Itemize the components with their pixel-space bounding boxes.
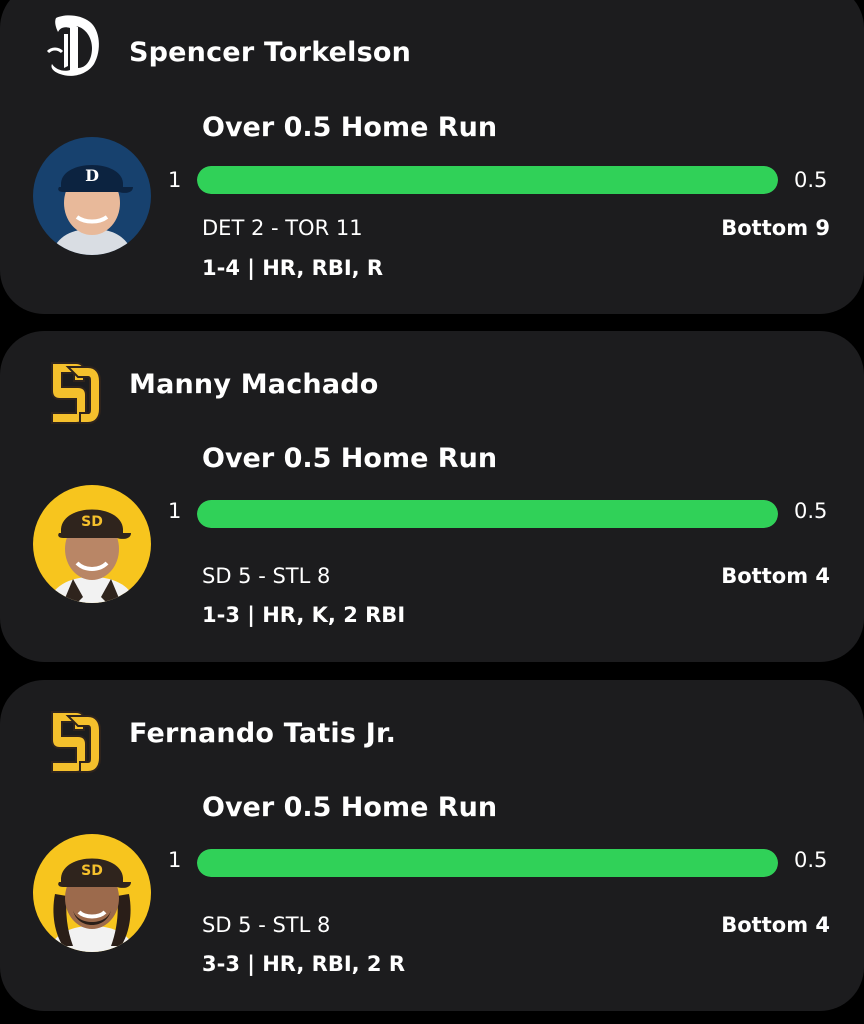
game-score: SD 5 - STL 8 xyxy=(202,564,331,588)
line-value: 0.5 xyxy=(794,848,828,872)
actual-value: 1 xyxy=(168,848,182,872)
player-name: Manny Machado xyxy=(129,369,379,400)
player-prop-card[interactable]: Manny Machado SD Over 0.5 Home Run 1 0.5… xyxy=(0,331,864,662)
player-statline: 1-4 | HR, RBI, R xyxy=(202,256,384,280)
player-avatar: SD xyxy=(33,485,151,603)
prop-title: Over 0.5 Home Run xyxy=(202,112,498,143)
player-avatar: SD xyxy=(33,834,151,952)
svg-text:SD: SD xyxy=(81,514,103,530)
prop-title: Over 0.5 Home Run xyxy=(202,792,498,823)
game-inning: Bottom 4 xyxy=(721,913,830,937)
progress-bar xyxy=(197,849,778,877)
svg-text:SD: SD xyxy=(81,863,103,879)
actual-value: 1 xyxy=(168,168,182,192)
player-name: Spencer Torkelson xyxy=(129,37,412,68)
prop-title: Over 0.5 Home Run xyxy=(202,443,498,474)
padres-logo-icon xyxy=(46,708,102,776)
player-name: Fernando Tatis Jr. xyxy=(129,718,397,749)
player-prop-card[interactable]: Fernando Tatis Jr. SD Over 0.5 Home Run … xyxy=(0,680,864,1011)
progress-fill xyxy=(197,500,778,528)
padres-logo-icon xyxy=(46,359,102,427)
progress-bar xyxy=(197,500,778,528)
player-prop-card[interactable]: Spencer Torkelson D Over 0.5 Home Run 1 … xyxy=(0,0,864,314)
player-avatar: D xyxy=(33,137,151,255)
game-score: DET 2 - TOR 11 xyxy=(202,216,363,240)
progress-bar xyxy=(197,166,778,194)
player-statline: 3-3 | HR, RBI, 2 R xyxy=(202,952,406,976)
line-value: 0.5 xyxy=(794,168,828,192)
player-statline: 1-3 | HR, K, 2 RBI xyxy=(202,603,406,627)
progress-fill xyxy=(197,166,778,194)
game-inning: Bottom 4 xyxy=(721,564,830,588)
game-score: SD 5 - STL 8 xyxy=(202,913,331,937)
line-value: 0.5 xyxy=(794,499,828,523)
actual-value: 1 xyxy=(168,499,182,523)
tigers-logo-icon xyxy=(46,12,102,80)
svg-text:D: D xyxy=(85,166,99,185)
game-inning: Bottom 9 xyxy=(721,216,830,240)
progress-fill xyxy=(197,849,778,877)
